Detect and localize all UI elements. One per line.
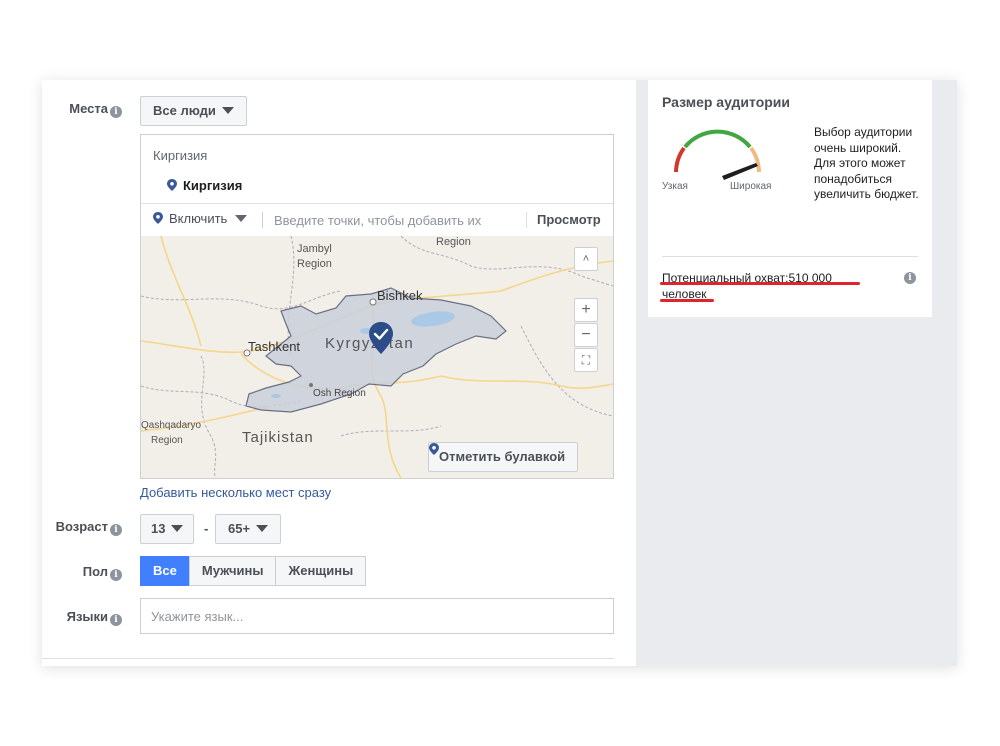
locations-label: Места i — [42, 101, 122, 118]
gender-female-button[interactable]: Женщины — [275, 556, 367, 586]
locations-box: Киргизия Киргизия Включить Просм — [140, 134, 614, 479]
map-collapse-button[interactable]: ˄ — [574, 247, 598, 271]
map-label: Region — [436, 236, 471, 248]
age-label: Возраст i — [42, 519, 122, 536]
locations-header: Киргизия — [153, 148, 208, 163]
divider — [262, 212, 263, 228]
audience-scope-dropdown[interactable]: Все люди — [140, 96, 247, 126]
location-pin-icon — [167, 179, 177, 191]
info-icon[interactable]: i — [110, 569, 122, 581]
gauge-wide-label: Широкая — [730, 181, 772, 192]
caret-down-icon — [171, 525, 184, 532]
map-label: Tashkent — [248, 339, 300, 354]
info-icon[interactable]: i — [110, 106, 122, 118]
divider — [42, 658, 614, 659]
drop-pin-button[interactable]: Отметить булавкой — [428, 442, 579, 472]
map-label: Tajikistan — [242, 429, 314, 446]
divider — [662, 256, 918, 257]
selected-location[interactable]: Киргизия — [167, 178, 242, 193]
audience-size-title: Размер аудитории — [662, 94, 791, 110]
location-pin-icon — [153, 212, 163, 224]
map-label: Bishkek — [377, 288, 423, 303]
caret-down-icon — [221, 107, 234, 114]
map-label: Qashqadaryo — [141, 420, 201, 431]
audience-description: Выбор аудитории очень широкий. Для этого… — [814, 125, 919, 201]
browse-button[interactable]: Просмотр — [537, 212, 601, 227]
age-range-dash: - — [204, 521, 209, 536]
annotation-underline — [660, 299, 714, 302]
map-label: Region — [151, 435, 183, 446]
map-label: Region — [297, 258, 332, 270]
location-map[interactable]: Jambyl Region Region Bishkek Kyrgyzstan … — [141, 236, 613, 478]
map-label: Kyrgyzstan — [325, 335, 414, 352]
audience-size-panel: Размер аудитории Узкая Широкая Выбор ауд… — [648, 80, 932, 317]
location-search-input[interactable] — [274, 210, 504, 230]
gender-selector: Все Мужчины Женщины — [140, 556, 367, 586]
map-label: Jambyl — [297, 243, 332, 255]
location-search-bar: Включить Просмотр — [141, 204, 613, 236]
zoom-in-button[interactable]: + — [574, 298, 598, 322]
info-icon[interactable]: i — [904, 272, 916, 284]
gauge-narrow-label: Узкая — [662, 181, 688, 192]
audience-gauge-icon — [674, 129, 761, 180]
gender-male-button[interactable]: Мужчины — [188, 556, 277, 586]
location-pin-icon — [429, 443, 439, 455]
caret-down-icon — [235, 215, 248, 222]
fullscreen-icon[interactable]: ⛶ — [574, 348, 598, 372]
languages-label: Языки i — [42, 609, 122, 626]
targeting-panel: Места i Все люди Киргизия Киргизия Включи… — [42, 80, 636, 666]
languages-input[interactable] — [140, 598, 614, 634]
annotation-underline — [660, 282, 860, 285]
caret-down-icon — [256, 525, 269, 532]
gender-label: Пол i — [42, 564, 122, 581]
zoom-out-button[interactable]: − — [574, 323, 598, 347]
info-icon[interactable]: i — [110, 524, 122, 536]
info-icon[interactable]: i — [110, 614, 122, 626]
age-max-dropdown[interactable]: 65+ — [215, 514, 282, 544]
map-label: Osh Region — [313, 388, 366, 399]
gender-all-button[interactable]: Все — [140, 556, 190, 586]
potential-reach: Потенциальный охват:510 000 человек — [662, 271, 832, 301]
age-min-dropdown[interactable]: 13 — [140, 514, 195, 544]
add-multiple-locations-link[interactable]: Добавить несколько мест сразу — [140, 485, 331, 500]
divider — [526, 212, 527, 228]
include-dropdown[interactable]: Включить — [153, 211, 248, 226]
targeting-card: Места i Все люди Киргизия Киргизия Включи… — [42, 80, 957, 666]
